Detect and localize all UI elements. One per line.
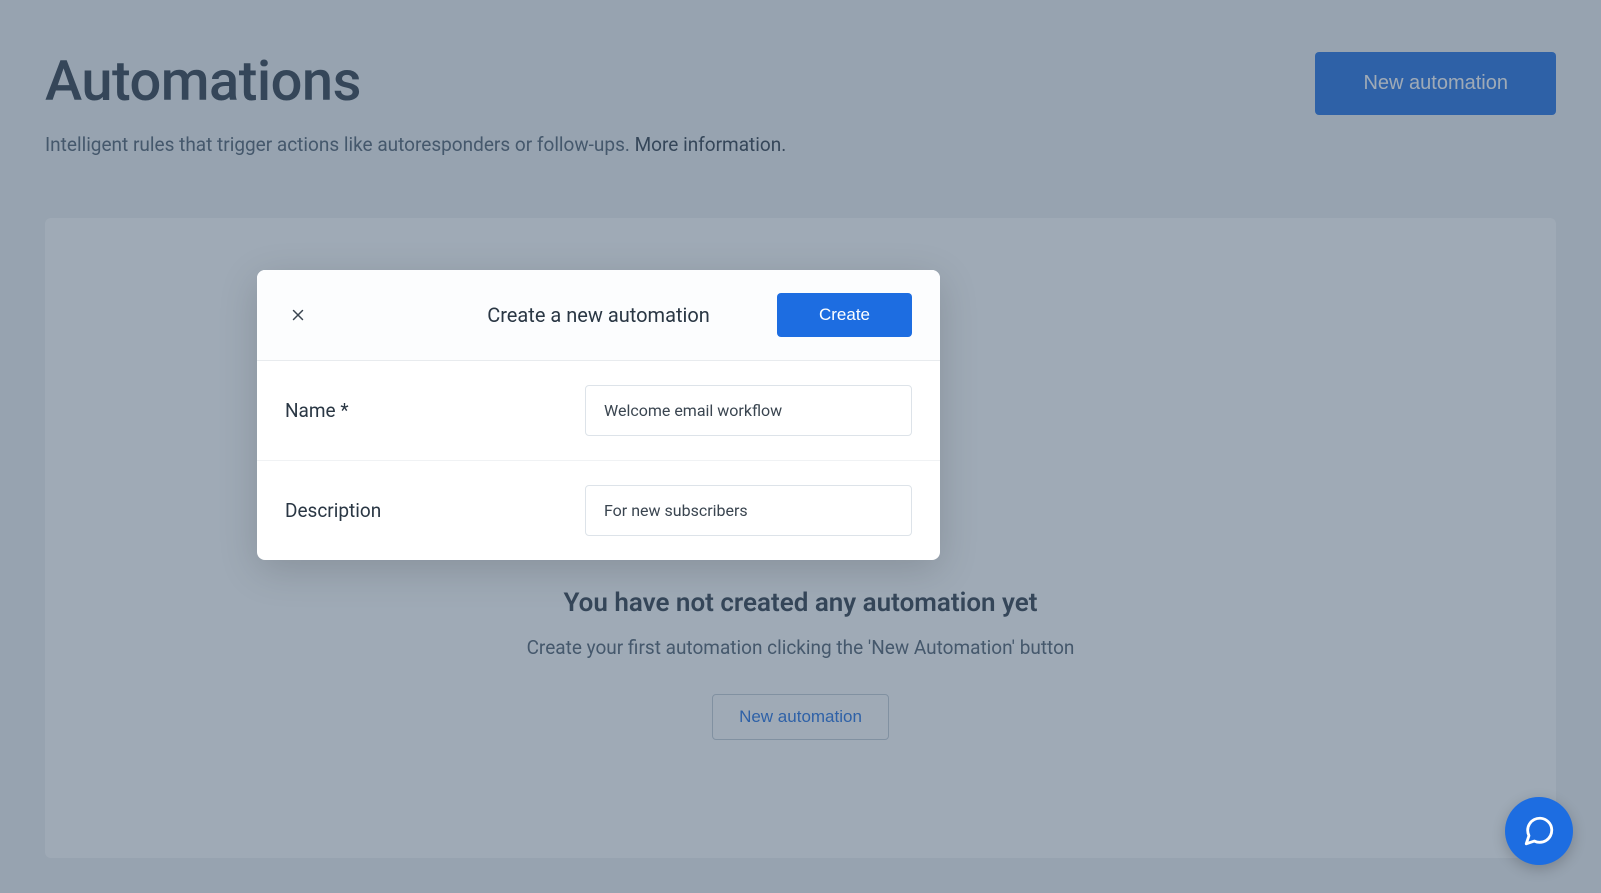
chat-icon (1522, 814, 1556, 848)
description-label: Description (285, 499, 585, 522)
close-button[interactable] (285, 302, 311, 328)
name-label: Name * (285, 399, 585, 422)
help-button[interactable] (1505, 797, 1573, 865)
name-field-row: Name * (257, 361, 940, 461)
name-input[interactable] (585, 385, 912, 436)
description-input[interactable] (585, 485, 912, 536)
modal-header: Create a new automation Create (257, 270, 940, 361)
close-icon (289, 306, 307, 324)
modal-title: Create a new automation (487, 303, 710, 327)
create-automation-modal: Create a new automation Create Name * De… (257, 270, 940, 560)
description-field-row: Description (257, 461, 940, 560)
create-button[interactable]: Create (777, 293, 912, 337)
